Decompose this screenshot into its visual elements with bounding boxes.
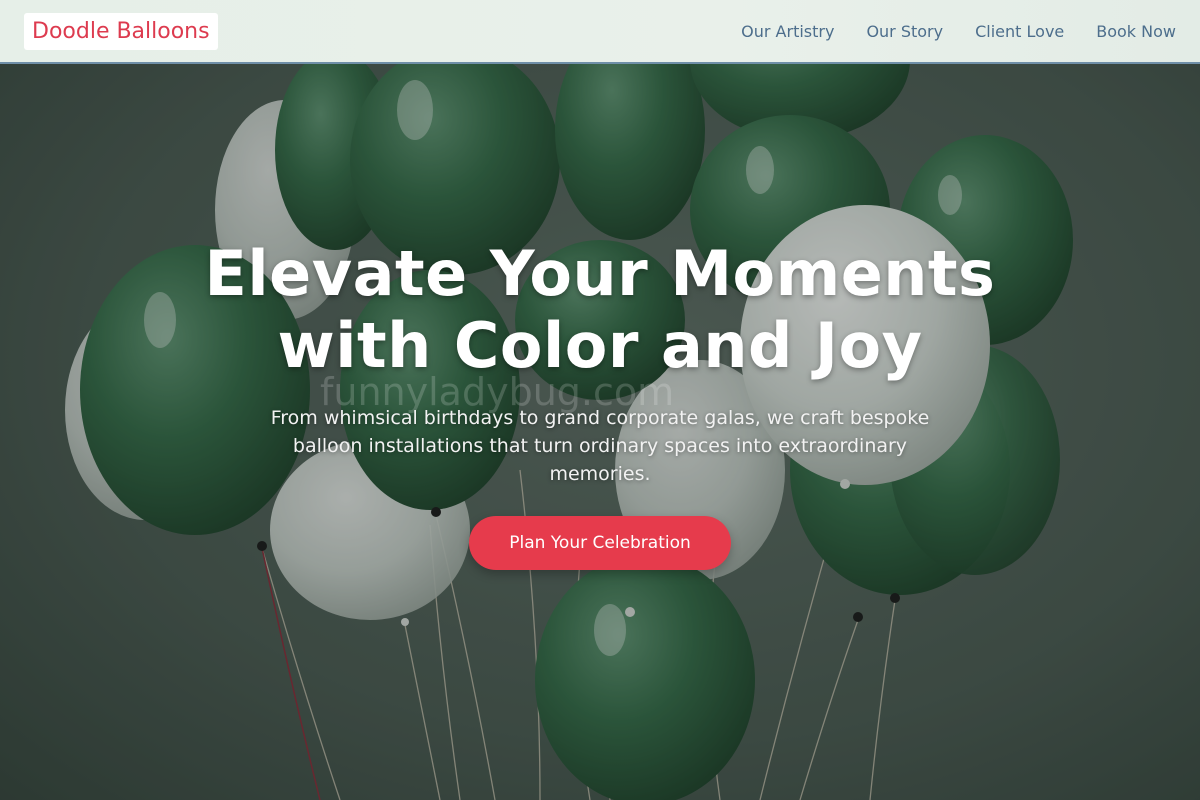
nav-link-our-story[interactable]: Our Story (866, 22, 943, 41)
hero-section: funnyladybug.com Elevate Your Moments wi… (0, 0, 1200, 800)
top-navbar: Doodle Balloons Our Artistry Our Story C… (0, 0, 1200, 64)
nav-link-client-love[interactable]: Client Love (975, 22, 1064, 41)
plan-your-celebration-button[interactable]: Plan Your Celebration (469, 516, 731, 570)
hero-title-line-1: Elevate Your Moments (204, 237, 996, 310)
nav-link-book-now[interactable]: Book Now (1096, 22, 1176, 41)
hero-subtitle: From whimsical birthdays to grand corpor… (270, 407, 930, 485)
nav-links: Our Artistry Our Story Client Love Book … (709, 0, 1176, 62)
hero-title: Elevate Your Moments with Color and Joy (100, 238, 1100, 382)
hero-content: Elevate Your Moments with Color and Joy … (100, 238, 1100, 570)
brand-logo[interactable]: Doodle Balloons (24, 13, 218, 50)
hero-title-line-2: with Color and Joy (277, 309, 923, 382)
nav-link-our-artistry[interactable]: Our Artistry (741, 22, 834, 41)
